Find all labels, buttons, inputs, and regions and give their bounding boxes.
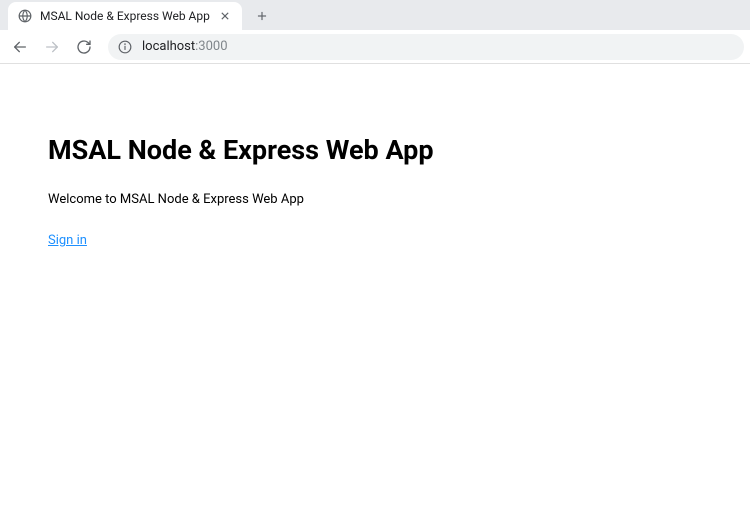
reload-button[interactable] <box>70 33 98 61</box>
browser-toolbar: localhost:3000 <box>0 30 750 64</box>
tab-strip: MSAL Node & Express Web App <box>0 0 750 30</box>
forward-button[interactable] <box>38 33 66 61</box>
back-button[interactable] <box>6 33 34 61</box>
new-tab-button[interactable] <box>248 2 276 30</box>
info-icon <box>118 40 132 54</box>
page-heading: MSAL Node & Express Web App <box>48 134 750 166</box>
url-port: :3000 <box>195 39 227 54</box>
welcome-text: Welcome to MSAL Node & Express Web App <box>48 192 750 207</box>
reload-icon <box>76 39 92 55</box>
close-icon <box>221 12 229 20</box>
arrow-right-icon <box>44 39 60 55</box>
signin-link[interactable]: Sign in <box>48 233 87 248</box>
plus-icon <box>255 9 269 23</box>
address-bar[interactable]: localhost:3000 <box>108 34 744 60</box>
globe-icon <box>18 9 32 23</box>
url-host: localhost <box>142 39 195 54</box>
site-info-button[interactable] <box>118 40 132 54</box>
page-content: MSAL Node & Express Web App Welcome to M… <box>0 64 750 248</box>
arrow-left-icon <box>12 39 28 55</box>
browser-tab[interactable]: MSAL Node & Express Web App <box>8 2 242 30</box>
tab-title: MSAL Node & Express Web App <box>40 9 210 23</box>
close-tab-button[interactable] <box>218 9 232 23</box>
